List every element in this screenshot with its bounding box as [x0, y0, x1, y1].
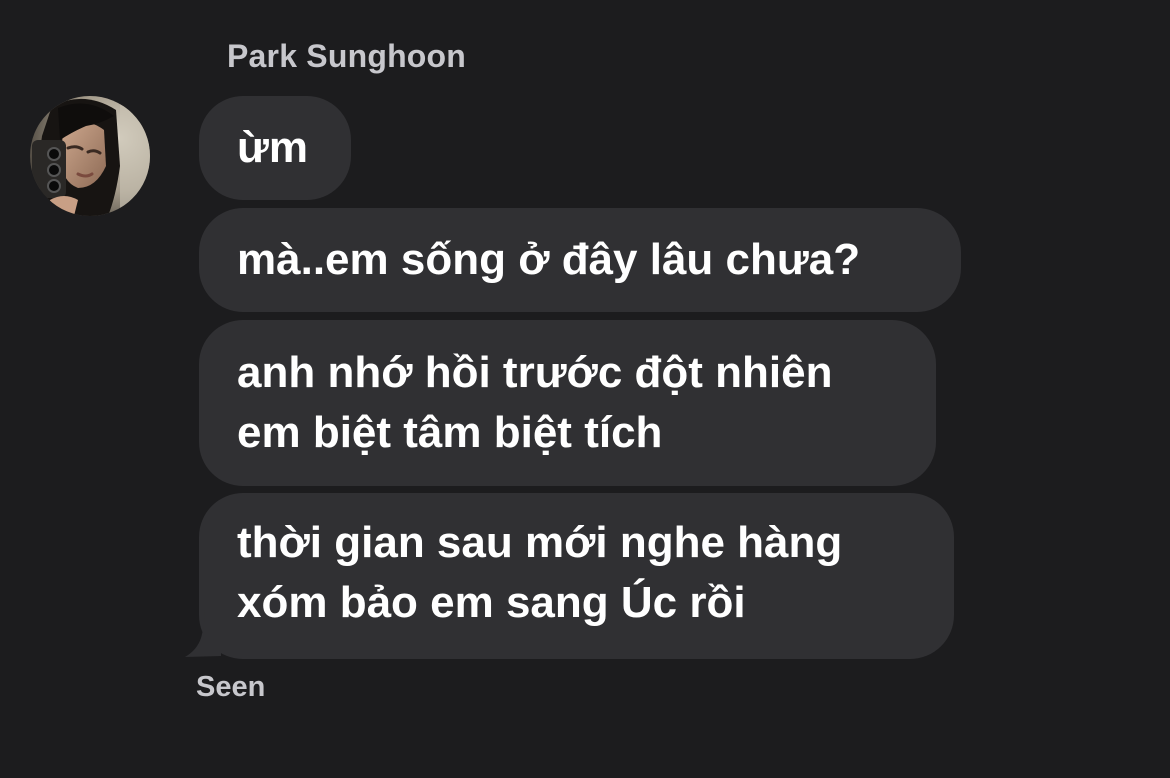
message-text: mà..em sống ở đây lâu chưa?	[237, 235, 861, 284]
bubble-tail-icon	[185, 610, 221, 657]
avatar[interactable]	[30, 96, 150, 216]
message-text: em biệt tâm biệt tích	[237, 408, 663, 457]
message-text: xóm bảo em sang Úc rồi	[237, 578, 746, 627]
avatar-photo	[30, 96, 150, 216]
sender-name: Park Sunghoon	[227, 38, 467, 74]
message-text: anh nhớ hồi trước đột nhiên	[237, 348, 833, 397]
message-bubble[interactable]: mà..em sống ở đây lâu chưa?	[199, 208, 961, 312]
message-bubble[interactable]: ừm	[199, 96, 351, 200]
message-text: thời gian sau mới nghe hàng	[237, 518, 843, 567]
message-bubble[interactable]: thời gian sau mới nghe hàng xóm bảo em s…	[199, 493, 954, 659]
message-text: ừm	[237, 123, 308, 172]
message-bubble[interactable]: anh nhớ hồi trước đột nhiên em biệt tâm …	[199, 320, 936, 486]
read-receipt: Seen	[196, 671, 266, 703]
